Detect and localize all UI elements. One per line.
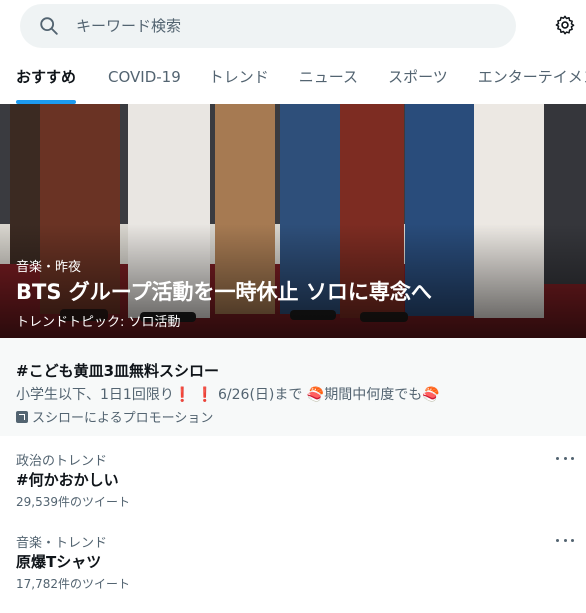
tab-label: エンターテイメン	[477, 68, 586, 86]
tab-label: ニュース	[298, 68, 359, 86]
search-icon	[40, 17, 58, 35]
more-dots-icon[interactable]	[552, 530, 578, 550]
promo-description: 小学生以下、1日1回限り❗ ❗ 6/26(日)まで 🍣期間中何度でも🍣	[16, 384, 440, 404]
trend-name: 原爆Tシャツ	[16, 553, 102, 571]
promoted-by: スシローによるプロモーション	[16, 407, 213, 426]
tab-trending[interactable]: トレンド	[209, 52, 269, 104]
trend-tweet-count: 17,782件のツイート	[16, 577, 130, 591]
search-box[interactable]	[20, 4, 516, 48]
more-dots-icon[interactable]	[552, 448, 578, 468]
tab-sports[interactable]: スポーツ	[388, 52, 448, 104]
promoted-by-label: スシローによるプロモーション	[32, 411, 214, 426]
promo-desc-tail: 6/26(日)まで 🍣期間中何度でも🍣	[213, 387, 440, 403]
top-bar	[0, 0, 586, 52]
tab-covid19[interactable]: COVID-19	[108, 52, 181, 104]
promo-title: #こども黄皿3皿無料スシロー	[16, 362, 220, 380]
hero-title: BTS グループ活動を一時休止 ソロに専念へ	[16, 280, 432, 304]
gear-icon[interactable]	[554, 14, 576, 36]
exclamation-icon: ❗ ❗	[173, 387, 214, 403]
trend-name: #何かおかしい	[16, 471, 119, 489]
promo-desc-text: 小学生以下、1日1回限り	[16, 387, 174, 403]
trend-item[interactable]: 音楽・トレンド 原爆Tシャツ 17,782件のツイート	[0, 520, 586, 604]
hero-meta: 音楽・昨夜	[16, 260, 82, 275]
tab-label: トレンド	[208, 68, 269, 86]
tab-recommended[interactable]: おすすめ	[16, 52, 77, 104]
trend-category: 音楽・トレンド	[16, 536, 108, 551]
tab-news[interactable]: ニュース	[299, 52, 358, 104]
trend-item[interactable]: 政治のトレンド #何かおかしい 29,539件のツイート	[0, 438, 586, 522]
tab-entertainment[interactable]: エンターテイメン	[478, 52, 586, 104]
hero-subtitle: トレンドトピック: ソロ活動	[16, 315, 181, 330]
featured-news-card[interactable]: 音楽・昨夜 BTS グループ活動を一時休止 ソロに専念へ トレンドトピック: ソ…	[0, 104, 586, 338]
tab-label: スポーツ	[388, 68, 448, 86]
trend-category: 政治のトレンド	[16, 454, 108, 469]
explore-tabs: おすすめ COVID-19 トレンド ニュース スポーツ エンターテイメン	[0, 52, 586, 104]
promoted-icon	[16, 410, 28, 423]
search-input[interactable]	[76, 14, 496, 38]
tab-label: COVID-19	[108, 68, 181, 86]
trend-tweet-count: 29,539件のツイート	[16, 495, 130, 509]
tab-label: おすすめ	[16, 68, 77, 86]
promoted-trend[interactable]: #こども黄皿3皿無料スシロー 小学生以下、1日1回限り❗ ❗ 6/26(日)まで…	[0, 338, 586, 436]
